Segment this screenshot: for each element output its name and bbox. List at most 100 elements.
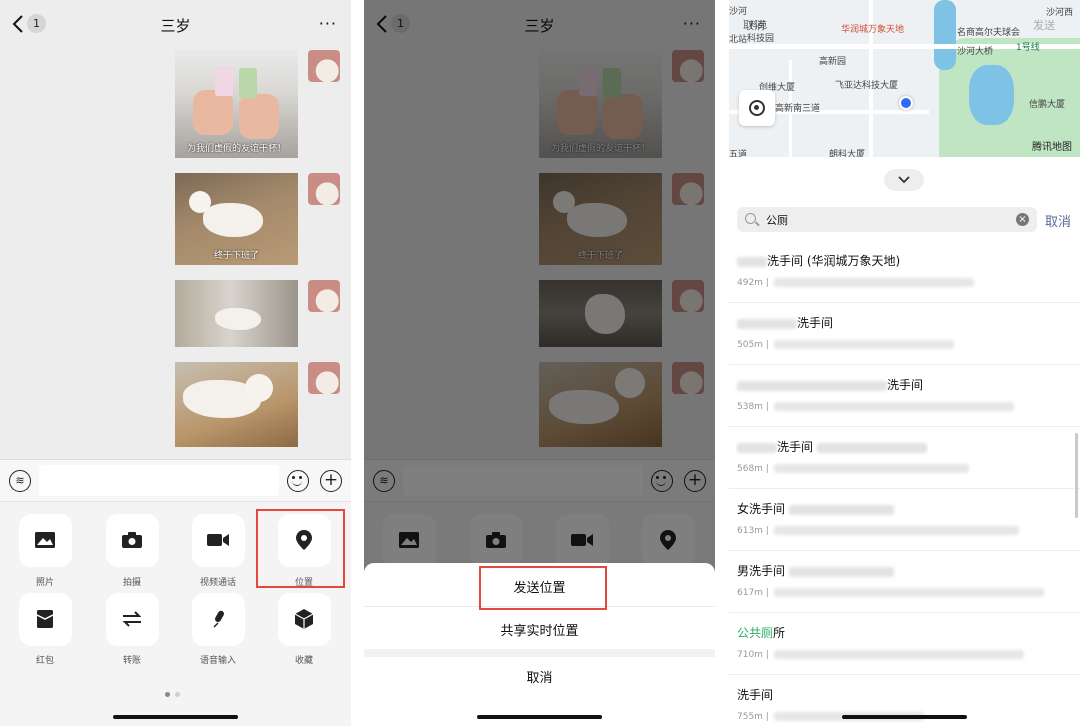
image-message-cat-standing[interactable] (175, 362, 298, 447)
result-item[interactable]: 男洗手间 617m | (729, 552, 1080, 613)
tool-camera-button[interactable] (106, 514, 159, 567)
image-message-cat-running[interactable] (175, 280, 298, 347)
result-distance: 538m | (737, 402, 769, 412)
current-location-marker (899, 96, 913, 110)
result-distance: 568m | (737, 464, 769, 474)
result-item[interactable]: 公共厕所 710m | (729, 614, 1080, 675)
tool-transfer-button[interactable] (106, 593, 159, 646)
home-indicator (477, 715, 602, 719)
chat-title: 三岁 (160, 17, 191, 35)
tool-label: 拍摄 (122, 578, 141, 588)
photo-icon (35, 532, 55, 548)
result-distance: 492m | (737, 278, 769, 288)
camera-icon (122, 532, 142, 548)
result-distance: 505m | (737, 340, 769, 350)
message-input-bar: ≋ + (0, 459, 351, 501)
locate-me-button[interactable] (739, 90, 775, 126)
map-label: 北站 (729, 35, 748, 45)
map-label: 沙河大桥 (957, 47, 994, 57)
result-item[interactable]: 洗手间 568m | (729, 428, 1080, 489)
result-name: 所 (773, 626, 786, 640)
result-item[interactable]: 洗手间 505m | (729, 304, 1080, 365)
highlight-box-location (256, 509, 345, 588)
map-label: 高新园 (819, 57, 847, 67)
clear-search-icon[interactable]: × (1016, 213, 1029, 226)
lake-area (969, 65, 1014, 125)
map-label: 科技园 (747, 34, 775, 44)
message-text-input[interactable] (39, 465, 279, 496)
chat-panel-location-sheet: 1 三岁 ··· 为我们虚假的友谊干杯！ 终于下班了 ≋ + (364, 0, 715, 726)
plus-icon[interactable]: + (320, 470, 342, 492)
tool-voice-input-button[interactable] (192, 593, 245, 646)
red-envelope-icon (36, 610, 54, 628)
redacted-address (774, 278, 974, 287)
tool-photo-button[interactable] (19, 514, 72, 567)
location-search-panel: 取消 发送 科技园 华润城万象天地 名商高尔夫球会 沙河 高新园 沙河大桥 创维… (729, 0, 1080, 726)
avatar[interactable] (308, 362, 340, 394)
tool-label: 语音输入 (199, 656, 236, 666)
sheet-cancel-button[interactable]: 取消 (364, 667, 715, 686)
result-name: 洗手间 (887, 378, 924, 392)
tool-label: 照片 (35, 578, 54, 588)
map-label: 高新南三道 (775, 104, 821, 114)
image-message-toast[interactable]: 为我们虚假的友谊干杯！ (175, 50, 298, 158)
cup-shape (239, 68, 257, 98)
avatar[interactable] (308, 173, 340, 205)
voice-toggle-icon[interactable]: ≋ (9, 470, 31, 492)
video-icon (207, 534, 229, 546)
cat-shape (203, 203, 263, 237)
cat-shape (215, 308, 261, 330)
redacted-address (774, 340, 954, 349)
result-item[interactable]: 女洗手间 613m | (729, 490, 1080, 551)
redacted-text (737, 442, 777, 453)
map-label: 沙河 (729, 7, 748, 17)
more-options-icon[interactable]: ··· (319, 14, 337, 33)
result-name: 女洗手间 (737, 502, 786, 516)
map-label: 朗科大厦 (829, 150, 866, 157)
search-query: 公厕 (766, 214, 788, 227)
share-realtime-location-option[interactable]: 共享实时位置 (364, 620, 715, 639)
collapse-chevron-button[interactable] (884, 169, 924, 191)
image-message-cat-walking[interactable]: 终于下班了 (175, 173, 298, 265)
avatar[interactable] (308, 280, 340, 312)
page-indicator (165, 682, 185, 701)
result-name: 洗手间 (777, 440, 814, 454)
map-label: 五道 (729, 150, 748, 157)
search-cancel-button[interactable]: 取消 (1045, 211, 1071, 230)
redacted-text (789, 566, 895, 577)
result-item[interactable]: 洗手间 538m | (729, 366, 1080, 427)
scrollbar[interactable] (1075, 433, 1078, 518)
cat-head-shape (245, 374, 273, 402)
image-caption: 为我们虚假的友谊干杯！ (186, 144, 286, 154)
map-view[interactable]: 取消 发送 科技园 华润城万象天地 名商高尔夫球会 沙河 高新园 沙河大桥 创维… (729, 0, 1080, 157)
hand-shape (193, 90, 233, 135)
result-name-match: 厕 (761, 626, 774, 640)
result-distance: 613m | (737, 526, 769, 536)
result-name: 洗手间 (737, 688, 774, 702)
avatar[interactable] (308, 50, 340, 82)
map-label: 名商高尔夫球会 (957, 28, 1021, 38)
map-label: 沙河西 (1046, 8, 1074, 18)
result-name: 男洗手间 (737, 564, 786, 578)
chat-panel-tools: 1 三岁 ··· 为我们虚假的友谊干杯！ 终于下班了 ≋ + 照片 拍摄 视频通… (0, 0, 351, 726)
tool-favorites-button[interactable] (278, 593, 331, 646)
highlight-box-send-location (479, 566, 607, 610)
result-item[interactable]: 洗手间 (华润城万象天地) 492m | (729, 242, 1080, 303)
result-name: 洗手间 (华润城万象天地) (767, 254, 901, 268)
map-label: 信鹏大厦 (1029, 100, 1066, 110)
emoji-icon[interactable] (287, 470, 309, 492)
map-label: 1号线 (1016, 43, 1040, 53)
tool-video-call-button[interactable] (192, 514, 245, 567)
microphone-icon (213, 610, 224, 628)
panel-gap (715, 0, 729, 726)
tool-label: 视频通话 (199, 578, 236, 588)
chevron-down-icon (898, 176, 910, 184)
redacted-text (737, 256, 767, 267)
tool-red-envelope-button[interactable] (19, 593, 72, 646)
redacted-address (774, 588, 1044, 597)
map-send-button[interactable]: 发送 (1033, 17, 1055, 33)
redacted-text (817, 442, 928, 453)
search-input[interactable]: 公厕 × (737, 207, 1037, 232)
redacted-address (774, 526, 1019, 535)
redacted-address (774, 402, 1014, 411)
